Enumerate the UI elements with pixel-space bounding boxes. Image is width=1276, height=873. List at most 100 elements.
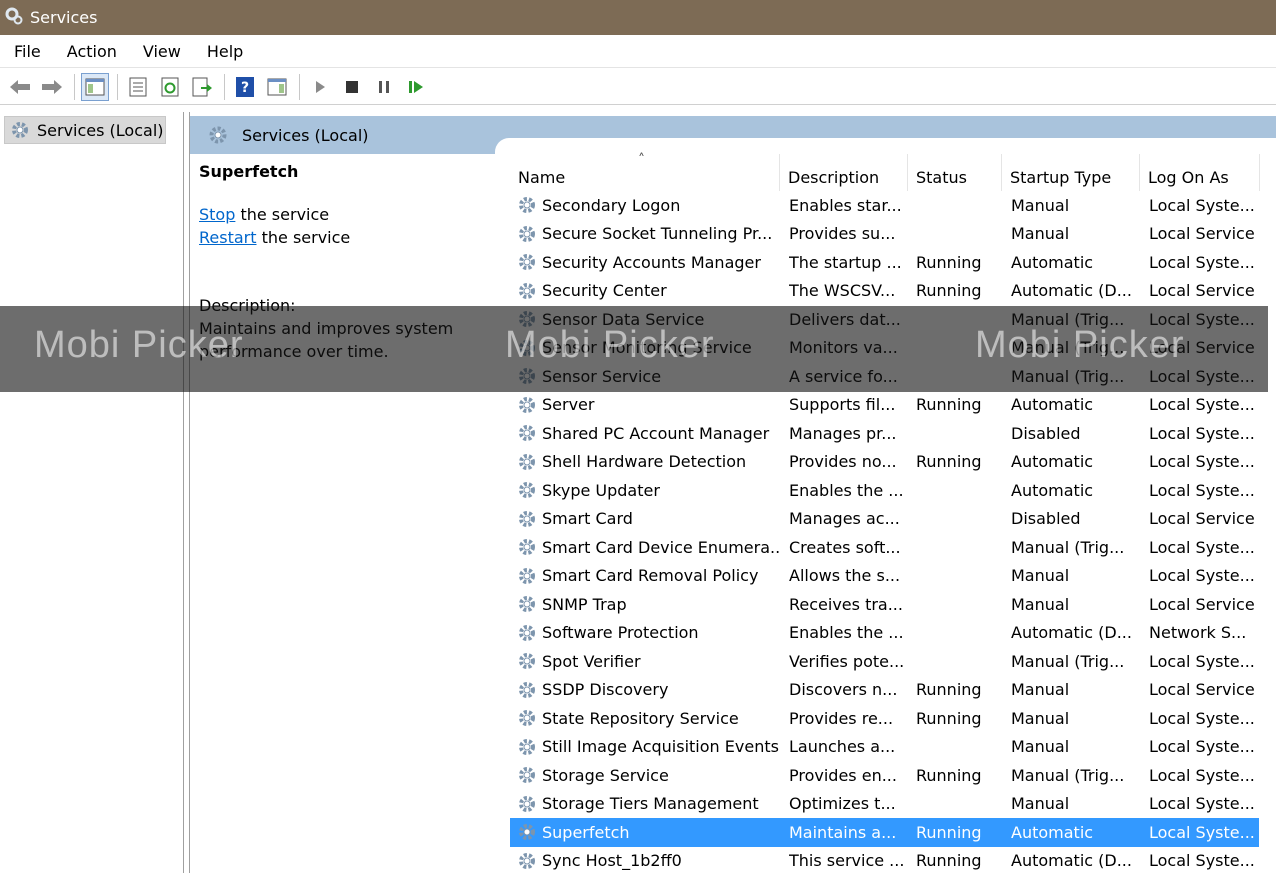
column-header-description[interactable]: Description — [780, 154, 908, 191]
service-description-cell: Provides su... — [789, 224, 896, 244]
service-status — [916, 647, 1002, 676]
service-startup-type: Manual — [1011, 794, 1070, 814]
service-log-on-as: Local Syste... — [1149, 252, 1255, 272]
table-row[interactable]: Smart Card Device Enumera... Creates soft… — [510, 533, 1259, 562]
service-startup-type: Manual — [1011, 737, 1070, 757]
service-status — [916, 590, 1002, 619]
table-row[interactable]: Storage Tiers Management Optimizes t... Ma… — [510, 790, 1259, 819]
column-header-status[interactable]: Status — [908, 154, 1002, 191]
table-row[interactable]: Spot Verifier Verifies pote... Manual (Tri… — [510, 647, 1259, 676]
menu-file[interactable]: File — [0, 42, 53, 61]
menu-view[interactable]: View — [129, 42, 193, 61]
service-status: Running — [916, 680, 982, 700]
properties-icon — [129, 77, 147, 96]
service-startup-type: Manual (Trig... — [1011, 309, 1125, 329]
service-log-on-as: Local Syste... — [1149, 366, 1255, 386]
service-status: Running — [916, 452, 982, 472]
table-row[interactable]: Sensor Data Service Delivers dat... Manual… — [510, 305, 1259, 334]
gear-icon — [514, 790, 540, 819]
service-log-on-as: Local Syste... — [1149, 452, 1255, 472]
description-line: performance over time. — [199, 342, 389, 361]
table-row[interactable]: Sync Host_1b2ff0 This service ... Running A… — [510, 847, 1259, 873]
export-list-button[interactable] — [188, 73, 216, 101]
gear-icon — [514, 277, 540, 306]
forward-button[interactable] — [38, 73, 66, 101]
table-row[interactable]: Smart Card Manages ac... Disabled Local Ser… — [510, 505, 1259, 534]
service-status — [916, 362, 1002, 391]
service-name: Spot Verifier — [542, 651, 641, 671]
gear-icon — [514, 334, 540, 363]
show-hide-console-tree-button[interactable] — [81, 72, 109, 101]
table-row[interactable]: Shared PC Account Manager Manages pr... Di… — [510, 419, 1259, 448]
table-row[interactable]: Secondary Logon Enables star... Manual Loca… — [510, 191, 1259, 220]
column-header-startup-type[interactable]: Startup Type — [1002, 154, 1140, 191]
table-row[interactable]: Sensor Service A service fo... Manual (Tri… — [510, 362, 1259, 391]
table-row[interactable]: Smart Card Removal Policy Allows the s...… — [510, 562, 1259, 591]
service-startup-type: Manual — [1011, 566, 1070, 586]
service-log-on-as: Local Service — [1149, 224, 1255, 244]
back-button[interactable] — [6, 73, 34, 101]
toolbar-separator — [74, 73, 75, 100]
service-name: Storage Tiers Management — [542, 794, 759, 814]
table-row[interactable]: Secure Socket Tunneling Pr... Provides su… — [510, 220, 1259, 249]
show-action-pane-button[interactable] — [263, 73, 291, 101]
table-row[interactable]: Server Supports fil... Running Automatic Loc… — [510, 391, 1259, 420]
title-bar: Services — [0, 0, 1276, 35]
start-service-button[interactable] — [306, 73, 334, 101]
table-row[interactable]: State Repository Service Provides re... Ru… — [510, 704, 1259, 733]
table-row[interactable]: Sensor Monitoring Service Monitors va... M… — [510, 334, 1259, 363]
help-button[interactable]: ? — [231, 73, 259, 101]
column-header-log-on-as[interactable]: Log On As — [1140, 154, 1260, 191]
selected-service-title: Superfetch — [199, 162, 299, 181]
service-name: Shell Hardware Detection — [542, 452, 747, 472]
table-row[interactable]: SSDP Discovery Discovers n... Running Manua… — [510, 676, 1259, 705]
description-line: Maintains and improves system — [199, 319, 454, 338]
restart-service-button[interactable] — [402, 73, 430, 101]
table-row[interactable]: Security Accounts Manager The startup ...… — [510, 248, 1259, 277]
menu-help[interactable]: Help — [193, 42, 255, 61]
table-row[interactable]: Still Image Acquisition Events Launches a… — [510, 733, 1259, 762]
service-status — [916, 220, 1002, 249]
service-startup-type: Manual (Trig... — [1011, 651, 1125, 671]
pause-service-button[interactable] — [370, 73, 398, 101]
restart-link[interactable]: Restart — [199, 228, 257, 247]
service-log-on-as: Local Syste... — [1149, 651, 1255, 671]
stop-service-button[interactable] — [338, 73, 366, 101]
service-startup-type: Manual — [1011, 195, 1070, 215]
column-header-label: Startup Type — [1010, 168, 1112, 187]
service-status — [916, 562, 1002, 591]
service-startup-type: Automatic — [1011, 395, 1094, 415]
table-row[interactable]: Storage Service Provides en... Running Manu… — [510, 761, 1259, 790]
table-row[interactable]: Software Protection Enables the ... Automa… — [510, 619, 1259, 648]
window-title: Services — [30, 8, 98, 27]
service-log-on-as: Local Service — [1149, 680, 1255, 700]
table-row[interactable]: Superfetch Maintains a... Running Automatic… — [510, 818, 1259, 847]
service-startup-type: Automatic — [1011, 822, 1094, 842]
column-header-name[interactable]: ˄ Name — [510, 152, 780, 191]
service-rows: Secondary Logon Enables star... Manual Loca… — [510, 191, 1270, 873]
service-name: Still Image Acquisition Events — [542, 737, 779, 757]
gear-icon — [514, 220, 540, 249]
gear-icon — [514, 505, 540, 534]
stop-link[interactable]: Stop — [199, 205, 235, 224]
table-row[interactable]: Shell Hardware Detection Provides no... Ru… — [510, 448, 1259, 477]
table-row[interactable]: Security Center The WSCSV... Running Automa… — [510, 277, 1259, 306]
service-name: Storage Service — [542, 765, 669, 785]
table-row[interactable]: SNMP Trap Receives tra... Manual Local Serv… — [510, 590, 1259, 619]
refresh-button[interactable] — [156, 73, 184, 101]
service-name: Secondary Logon — [542, 195, 681, 215]
service-name: Secure Socket Tunneling Pr... — [542, 224, 773, 244]
toolbar-separator — [117, 73, 118, 100]
service-status — [916, 733, 1002, 762]
tree-item-services-local[interactable]: Services (Local) — [4, 116, 166, 144]
gear-icon — [514, 533, 540, 562]
service-status — [916, 191, 1002, 220]
service-description-cell: Launches a... — [789, 737, 896, 757]
stop-icon — [346, 80, 358, 93]
service-description-cell: Provides re... — [789, 708, 894, 728]
service-log-on-as: Local Syste... — [1149, 851, 1255, 871]
table-row[interactable]: Skype Updater Enables the ... Automatic Loc… — [510, 476, 1259, 505]
properties-button[interactable] — [124, 73, 152, 101]
menu-action[interactable]: Action — [53, 42, 129, 61]
gear-icon — [514, 362, 540, 391]
